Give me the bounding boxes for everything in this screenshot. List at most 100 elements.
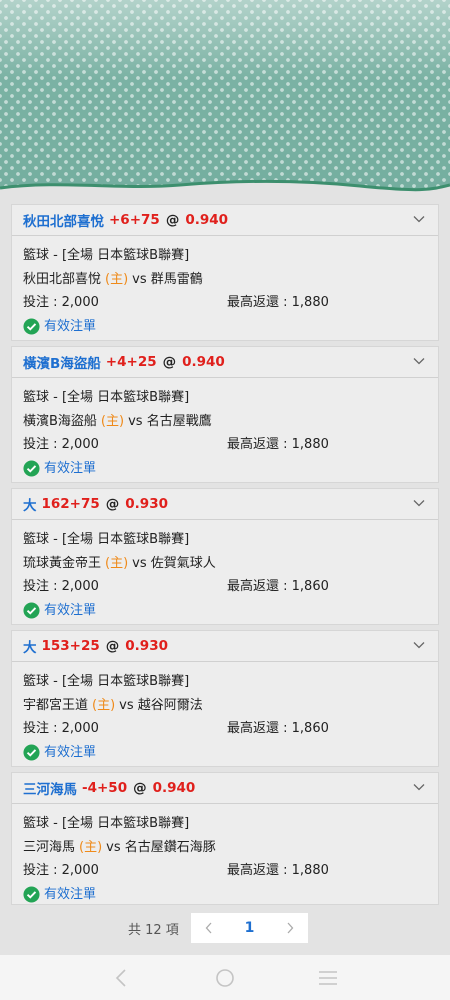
match-teams: 秋田北部喜悅 (主) vs 群馬雷鶴 bbox=[23, 268, 427, 292]
system-nav-bar bbox=[0, 955, 450, 1000]
bet-selection: 大 bbox=[23, 498, 37, 514]
bet-card[interactable]: 秋田北部喜悅 +6+75 @ 0.940 籃球 - [全場 日本籃球B聯賽] 秋… bbox=[11, 204, 439, 341]
stake-amount: 投注 : 2,000 bbox=[23, 295, 99, 310]
bet-odds: 0.940 bbox=[152, 780, 196, 796]
home-tag: (主) bbox=[105, 555, 129, 571]
sport-league: 籃球 - [全場 日本籃球B聯賽] bbox=[23, 674, 190, 689]
bet-handicap-line: -4+50 bbox=[82, 780, 128, 796]
bet-card-body: 籃球 - [全場 日本籃球B聯賽] 秋田北部喜悅 (主) vs 群馬雷鶴 投注 : … bbox=[12, 236, 438, 338]
chevron-left-icon[interactable] bbox=[203, 921, 215, 935]
bet-status: 有效注單 bbox=[23, 315, 427, 339]
bet-odds: 0.940 bbox=[182, 354, 225, 370]
vs-label: vs bbox=[132, 555, 147, 571]
chevron-down-icon[interactable] bbox=[412, 496, 426, 510]
away-team: 名古屋鑽石海豚 bbox=[124, 839, 216, 855]
total-count: 共 12 項 bbox=[128, 923, 179, 938]
match-teams: 三河海馬 (主) vs 名古屋鑽石海豚 bbox=[23, 836, 427, 860]
check-circle-icon bbox=[23, 460, 40, 477]
status-label: 有效注單 bbox=[44, 744, 97, 760]
stake-row: 投注 : 2,000 最高返還 : 1,860 bbox=[23, 575, 427, 599]
bet-card[interactable]: 三河海馬 -4+50 @ 0.940 籃球 - [全場 日本籃球B聯賽] 三河海… bbox=[11, 772, 439, 905]
max-return: 最高返還 : 1,860 bbox=[227, 579, 329, 594]
check-circle-icon bbox=[23, 318, 40, 335]
bet-card-header[interactable]: 大 162+75 @ 0.930 bbox=[12, 489, 438, 520]
stake-amount: 投注 : 2,000 bbox=[23, 721, 99, 736]
chevron-down-icon[interactable] bbox=[412, 638, 426, 652]
at-symbol: @ bbox=[105, 638, 120, 654]
home-tag: (主) bbox=[92, 697, 116, 713]
sport-league: 籃球 - [全場 日本籃球B聯賽] bbox=[23, 248, 190, 263]
home-team: 宇都宮王道 bbox=[23, 697, 89, 713]
bet-handicap-line: +6+75 bbox=[109, 212, 160, 228]
bet-card-header[interactable]: 三河海馬 -4+50 @ 0.940 bbox=[12, 773, 438, 804]
bet-card-header[interactable]: 秋田北部喜悅 +6+75 @ 0.940 bbox=[12, 205, 438, 236]
stake-amount: 投注 : 2,000 bbox=[23, 579, 99, 594]
home-team: 秋田北部喜悅 bbox=[23, 271, 102, 287]
bet-card-header[interactable]: 橫濱B海盜船 +4+25 @ 0.940 bbox=[12, 347, 438, 378]
check-circle-icon bbox=[23, 744, 40, 761]
stake-row: 投注 : 2,000 最高返還 : 1,860 bbox=[23, 717, 427, 741]
bet-card[interactable]: 大 162+75 @ 0.930 籃球 - [全場 日本籃球B聯賽] 琉球黃金帝… bbox=[11, 488, 439, 625]
banner-fade bbox=[0, 0, 450, 196]
bet-selection: 大 bbox=[23, 640, 37, 656]
pagination: 共 12 項 1 bbox=[0, 913, 450, 943]
home-icon[interactable] bbox=[213, 966, 237, 990]
bet-card-body: 籃球 - [全場 日本籃球B聯賽] 琉球黃金帝王 (主) vs 佐賀氣球人 投注 :… bbox=[12, 520, 438, 622]
current-page[interactable]: 1 bbox=[245, 920, 255, 936]
bet-status: 有效注單 bbox=[23, 599, 427, 623]
home-tag: (主) bbox=[105, 271, 129, 287]
check-circle-icon bbox=[23, 602, 40, 619]
chevron-right-icon[interactable] bbox=[284, 921, 296, 935]
sport-league: 籃球 - [全場 日本籃球B聯賽] bbox=[23, 816, 190, 831]
check-circle-icon bbox=[23, 886, 40, 903]
bet-odds: 0.930 bbox=[125, 638, 168, 654]
at-symbol: @ bbox=[105, 496, 120, 512]
bet-card-header[interactable]: 大 153+25 @ 0.930 bbox=[12, 631, 438, 662]
vs-label: vs bbox=[128, 413, 143, 429]
bet-odds: 0.940 bbox=[185, 212, 229, 228]
bet-handicap-line: +4+25 bbox=[105, 354, 157, 370]
chevron-down-icon[interactable] bbox=[412, 212, 426, 226]
status-label: 有效注單 bbox=[44, 602, 97, 618]
header-banner bbox=[0, 0, 450, 196]
stake-amount: 投注 : 2,000 bbox=[23, 437, 99, 452]
bet-selection: 秋田北部喜悅 bbox=[23, 214, 104, 230]
bet-status: 有效注單 bbox=[23, 883, 427, 907]
bet-card[interactable]: 大 153+25 @ 0.930 籃球 - [全場 日本籃球B聯賽] 宇都宮王道… bbox=[11, 630, 439, 767]
bet-selection: 三河海馬 bbox=[23, 782, 77, 798]
stake-row: 投注 : 2,000 最高返還 : 1,880 bbox=[23, 291, 427, 315]
at-symbol: @ bbox=[133, 780, 147, 796]
status-label: 有效注單 bbox=[44, 886, 97, 902]
away-team: 越谷阿爾法 bbox=[137, 697, 203, 713]
home-team: 三河海馬 bbox=[23, 839, 76, 855]
bet-card-body: 籃球 - [全場 日本籃球B聯賽] 宇都宮王道 (主) vs 越谷阿爾法 投注 : … bbox=[12, 662, 438, 764]
stake-row: 投注 : 2,000 最高返還 : 1,880 bbox=[23, 433, 427, 457]
banner-wave bbox=[0, 179, 450, 196]
vs-label: vs bbox=[119, 697, 134, 713]
bet-status: 有效注單 bbox=[23, 457, 427, 481]
status-label: 有效注單 bbox=[44, 460, 97, 476]
chevron-down-icon[interactable] bbox=[412, 354, 426, 368]
menu-icon[interactable] bbox=[316, 966, 340, 990]
status-label: 有效注單 bbox=[44, 318, 97, 334]
at-symbol: @ bbox=[162, 354, 177, 370]
home-team: 琉球黃金帝王 bbox=[23, 555, 102, 571]
bet-handicap-line: 153+25 bbox=[41, 638, 100, 654]
away-team: 名古屋戰鷹 bbox=[146, 413, 212, 429]
max-return: 最高返還 : 1,880 bbox=[227, 437, 329, 452]
max-return: 最高返還 : 1,880 bbox=[227, 295, 329, 310]
bet-card[interactable]: 橫濱B海盜船 +4+25 @ 0.940 籃球 - [全場 日本籃球B聯賽] 橫… bbox=[11, 346, 439, 483]
sport-league: 籃球 - [全場 日本籃球B聯賽] bbox=[23, 390, 190, 405]
max-return: 最高返還 : 1,860 bbox=[227, 721, 329, 736]
vs-label: vs bbox=[106, 839, 121, 855]
stake-amount: 投注 : 2,000 bbox=[23, 863, 99, 878]
match-teams: 宇都宮王道 (主) vs 越谷阿爾法 bbox=[23, 694, 427, 718]
home-team: 橫濱B海盜船 bbox=[23, 413, 97, 429]
home-tag: (主) bbox=[79, 839, 103, 855]
bet-card-body: 籃球 - [全場 日本籃球B聯賽] 三河海馬 (主) vs 名古屋鑽石海豚 投注 :… bbox=[12, 804, 438, 906]
bet-status: 有效注單 bbox=[23, 741, 427, 765]
bet-selection: 橫濱B海盜船 bbox=[23, 356, 101, 372]
match-teams: 橫濱B海盜船 (主) vs 名古屋戰鷹 bbox=[23, 410, 427, 434]
back-icon[interactable] bbox=[110, 966, 134, 990]
chevron-down-icon[interactable] bbox=[412, 780, 426, 794]
